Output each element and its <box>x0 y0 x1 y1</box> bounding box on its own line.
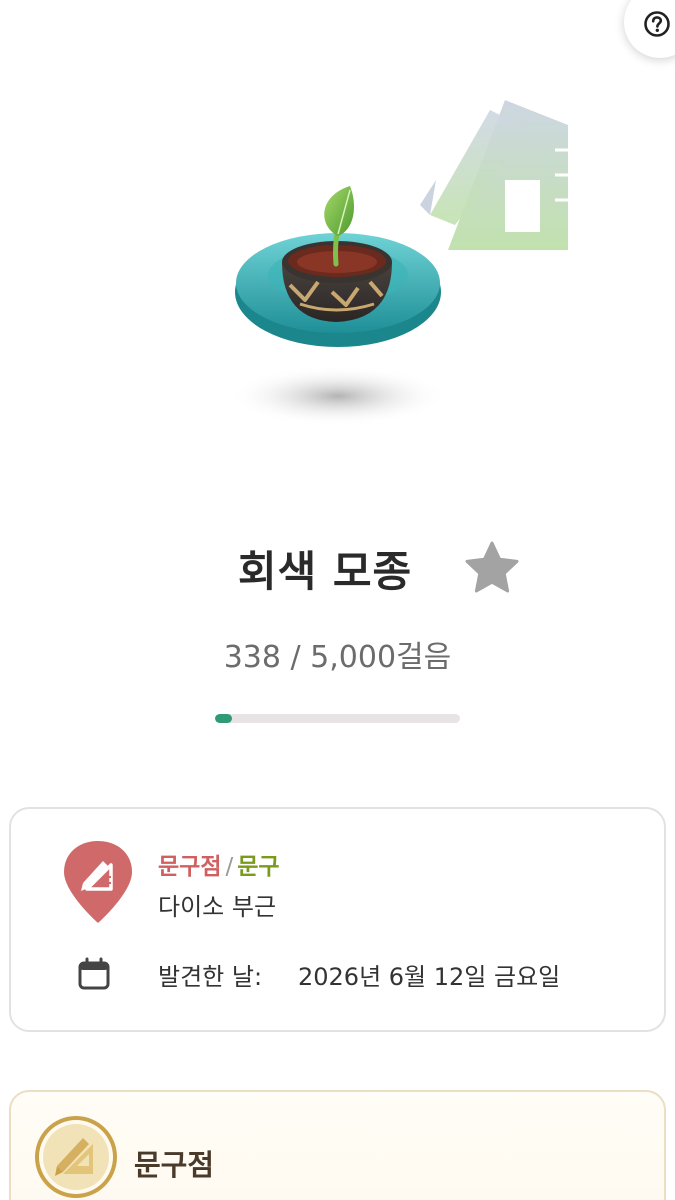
shop-name: 문구점 <box>134 1148 215 1182</box>
stationery-badge-icon <box>35 1116 117 1198</box>
steps-separator: / <box>280 640 311 675</box>
help-button[interactable] <box>624 0 675 58</box>
category-watermark-icon <box>420 100 568 250</box>
location-pin-icon <box>64 841 132 923</box>
step-progress-fill <box>215 714 232 723</box>
category-main: 문구점 <box>158 854 222 880</box>
category-line: 문구점 / 문구 <box>158 847 280 881</box>
steps-current: 338 <box>223 640 281 675</box>
discovery-info-card: 문구점 / 문구 다이소 부근 발견한 날: 2026년 6월 12일 금요일 <box>9 807 666 1032</box>
steps-goal: 5,000걸음 <box>310 640 452 675</box>
item-shadow <box>228 366 448 426</box>
favorite-button[interactable] <box>463 540 521 596</box>
category-separator: / <box>225 854 234 880</box>
found-date-label: 발견한 날: <box>158 963 263 991</box>
seedling-pot <box>235 186 441 347</box>
item-illustration <box>0 80 675 440</box>
step-progress-bar <box>215 714 460 723</box>
calendar-icon <box>78 957 110 990</box>
item-title-row: 회색 모종 <box>0 538 675 602</box>
question-circle-icon <box>644 11 670 37</box>
star-icon <box>465 541 519 593</box>
step-counter: 338 / 5,000걸음 <box>0 632 675 675</box>
item-detail-page: 회색 모종 338 / 5,000걸음 문구점 / 문구 다이소 부근 발견한 … <box>0 0 675 1200</box>
shop-card[interactable]: 문구점 <box>9 1090 666 1200</box>
found-date-value: 2026년 6월 12일 금요일 <box>298 963 561 991</box>
location-text: 다이소 부근 <box>158 893 277 921</box>
item-title: 회색 모종 <box>238 547 413 596</box>
category-sub: 문구 <box>237 854 280 880</box>
